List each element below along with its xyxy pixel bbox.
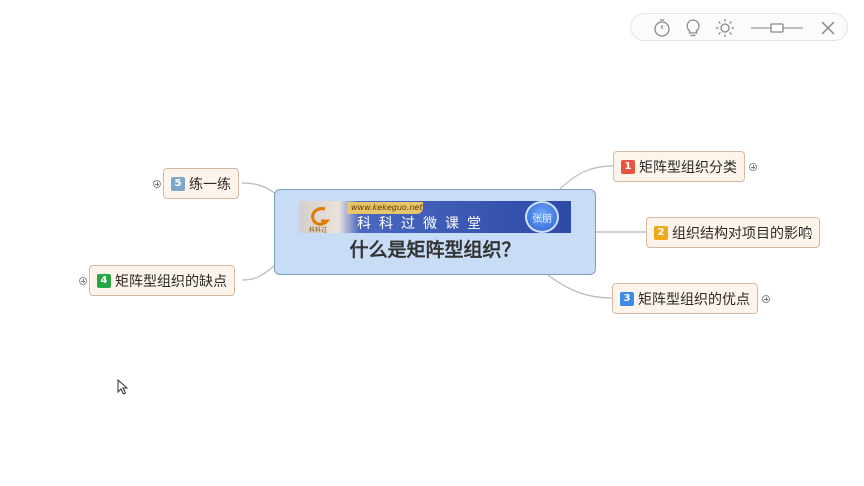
topic-org-structure-impact[interactable]: 2 组织结构对项目的影响 bbox=[646, 217, 820, 248]
course-banner: 科科过 www.kekeguo.net 科科过微课堂 张朋 bbox=[299, 201, 571, 233]
topic-number-badge: 1 bbox=[621, 159, 635, 174]
connector-topic-3 bbox=[547, 274, 613, 299]
connector-topic-1 bbox=[559, 165, 614, 190]
topic-number-badge: 4 bbox=[97, 273, 111, 288]
connector-topic-4 bbox=[241, 265, 275, 281]
expand-icon[interactable] bbox=[153, 180, 161, 188]
topic-label: 矩阵型组织的优点 bbox=[638, 291, 750, 308]
topic-practice[interactable]: 5 练一练 bbox=[163, 168, 239, 199]
topic-label: 练一练 bbox=[189, 176, 231, 193]
banner-logo-text: 科科过 bbox=[309, 227, 328, 233]
topic-number-badge: 5 bbox=[171, 176, 185, 191]
topic-label: 组织结构对项目的影响 bbox=[672, 225, 812, 242]
topic-number-badge: 2 bbox=[654, 225, 668, 240]
topic-matrix-org-disadvantages[interactable]: 4 矩阵型组织的缺点 bbox=[89, 265, 235, 296]
topic-label: 矩阵型组织的缺点 bbox=[115, 273, 227, 290]
expand-icon[interactable] bbox=[79, 277, 87, 285]
topic-matrix-org-advantages[interactable]: 3 矩阵型组织的优点 bbox=[612, 283, 758, 314]
banner-url: www.kekeguo.net bbox=[347, 202, 423, 214]
mouse-cursor-icon bbox=[117, 379, 129, 395]
central-topic-title: 什么是矩阵型组织？ bbox=[349, 239, 521, 261]
banner-title: 科科过微课堂 bbox=[357, 216, 489, 232]
expand-icon[interactable] bbox=[804, 229, 812, 237]
topic-label: 矩阵型组织分类 bbox=[639, 159, 737, 176]
central-topic[interactable]: 科科过 www.kekeguo.net 科科过微课堂 张朋 什么是矩阵型组织？ bbox=[274, 189, 596, 275]
expand-icon[interactable] bbox=[749, 163, 757, 171]
topic-number-badge: 3 bbox=[620, 291, 634, 306]
connector-topic-5 bbox=[241, 182, 277, 195]
expand-icon[interactable] bbox=[762, 295, 770, 303]
topic-matrix-org-types[interactable]: 1 矩阵型组织分类 bbox=[613, 151, 745, 182]
banner-name-badge: 张朋 bbox=[525, 201, 559, 233]
